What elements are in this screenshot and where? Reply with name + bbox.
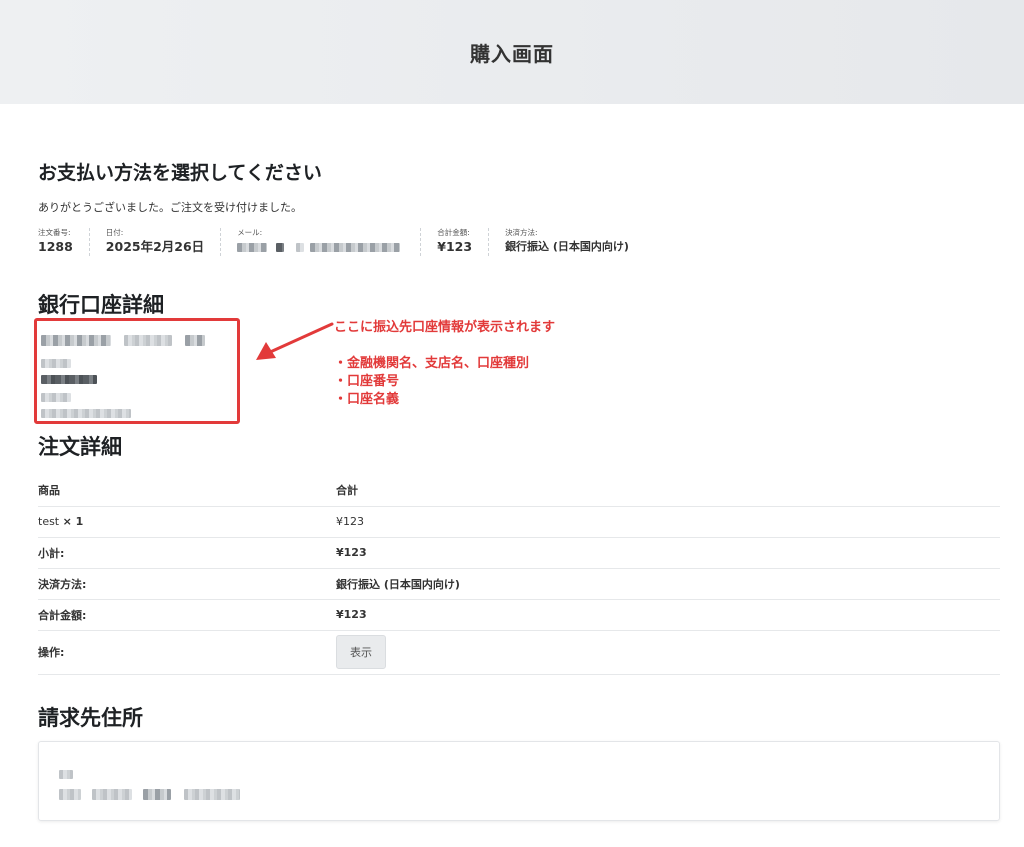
order-overview: 注文番号: 1288 日付: 2025年2月26日 メール: 合計金額: ¥12… [38, 228, 661, 256]
table-row: test × 1 ¥123 [38, 506, 1000, 538]
page-header: 購入画面 [0, 0, 1024, 104]
product-quantity: × 1 [62, 515, 84, 528]
redacted-bank-name [41, 330, 206, 349]
subtotal-value: ¥123 [336, 537, 1000, 569]
overview-date: 日付: 2025年2月26日 [105, 228, 222, 256]
table-row: 合計金額: ¥123 [38, 599, 1000, 631]
overview-order-number: 注文番号: 1288 [38, 228, 90, 256]
thanks-message: ありがとうございました。ご注文を受け付けました。 [38, 201, 302, 214]
overview-label: 合計金額: [437, 228, 470, 237]
payment-title: お支払い方法を選択してください [38, 162, 322, 184]
view-button[interactable]: 表示 [336, 635, 386, 669]
billing-address-box [38, 741, 1000, 821]
redacted-billing-name [59, 764, 73, 783]
overview-label: 日付: [105, 228, 124, 237]
overview-value: ¥123 [437, 239, 473, 254]
overview-label: 決済方法: [505, 228, 538, 237]
subtotal-label: 小計: [38, 537, 336, 569]
redacted-account-number [41, 369, 97, 388]
overview-label: 注文番号: [38, 228, 71, 237]
annotation-note: ここに振込先口座情報が表示されます ・金融機関名、支店名、口座種別 ・口座番号 … [334, 319, 555, 409]
table-header-row: 商品 合計 [38, 475, 1000, 507]
column-header-product: 商品 [38, 475, 336, 507]
annotation-arrow-icon [256, 322, 334, 360]
table-row: 操作: 表示 [38, 630, 1000, 675]
bank-details-title: 銀行口座詳細 [38, 293, 164, 317]
product-link[interactable]: test [38, 515, 59, 528]
table-row: 決済方法: 銀行振込 (日本国内向け) [38, 568, 1000, 600]
product-price: ¥123 [336, 506, 1000, 538]
overview-total: 合計金額: ¥123 [437, 228, 490, 256]
billing-address-title: 請求先住所 [38, 706, 143, 730]
annotation-bullet: ・口座名義 [334, 392, 400, 407]
total-label: 合計金額: [38, 599, 336, 631]
overview-value: 1288 [38, 239, 73, 254]
overview-label: メール: [237, 228, 263, 237]
overview-method: 決済方法: 銀行振込 (日本国内向け) [505, 228, 645, 256]
method-value: 銀行振込 (日本国内向け) [336, 568, 1000, 600]
page-title: 購入画面 [470, 41, 554, 66]
action-cell: 表示 [336, 630, 1000, 675]
redacted-email [237, 239, 401, 255]
annotation-bullet: ・口座番号 [334, 374, 400, 389]
action-label: 操作: [38, 630, 336, 675]
annotation-headline: ここに振込先口座情報が表示されます [334, 320, 556, 335]
redacted-billing-address [59, 784, 241, 803]
method-label: 決済方法: [38, 568, 336, 600]
product-cell: test × 1 [38, 506, 336, 538]
redacted-account-holder [41, 403, 131, 422]
total-value: ¥123 [336, 599, 1000, 631]
order-details-title: 注文詳細 [38, 435, 122, 459]
overview-value: 2025年2月26日 [105, 239, 205, 254]
order-details-table: 商品 合計 test × 1 ¥123 小計: ¥123 決済方法: 銀行振込 … [38, 475, 1000, 675]
bank-details-highlight [34, 318, 240, 424]
overview-value: 銀行振込 (日本国内向け) [505, 240, 629, 253]
annotation-bullet: ・金融機関名、支店名、口座種別 [334, 356, 530, 371]
table-row: 小計: ¥123 [38, 537, 1000, 569]
column-header-total: 合計 [336, 475, 1000, 507]
overview-email: メール: [237, 228, 422, 256]
